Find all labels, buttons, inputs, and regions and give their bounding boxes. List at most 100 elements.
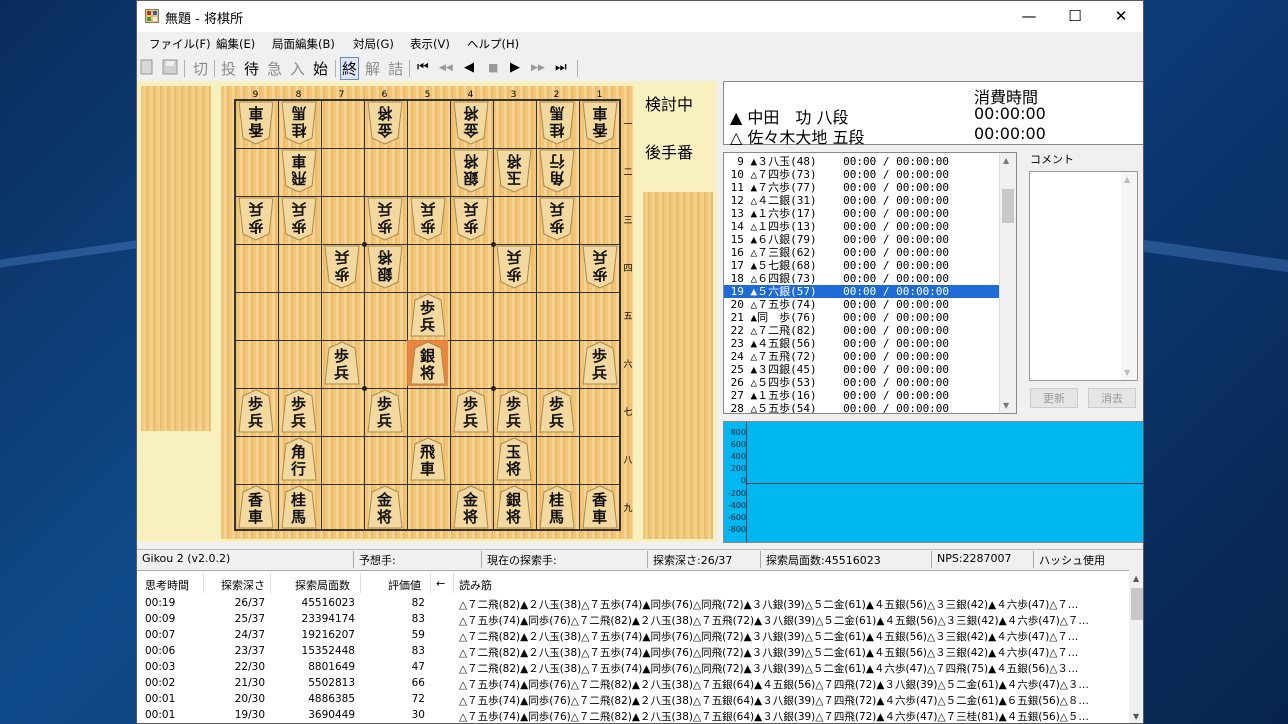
move-list-item[interactable]: 20 △７五歩(74) 00:00 / 00:00:00 bbox=[724, 298, 1000, 311]
first-move-icon[interactable]: ⏮ bbox=[417, 60, 429, 75]
sente-piece[interactable]: 歩兵 bbox=[581, 341, 618, 385]
forward-fast-icon[interactable]: ▶▶ bbox=[531, 63, 545, 73]
gote-piece[interactable]: 歩兵 bbox=[495, 245, 532, 289]
gote-piece[interactable]: 香車 bbox=[581, 101, 618, 145]
stop-icon[interactable]: ■ bbox=[488, 61, 498, 74]
search-scroll-thumb[interactable] bbox=[1131, 588, 1143, 620]
move-list-item[interactable]: 14 △１四歩(13) 00:00 / 00:00:00 bbox=[724, 220, 1000, 233]
close-button[interactable]: ✕ bbox=[1098, 1, 1143, 32]
gote-piece[interactable]: 玉将 bbox=[495, 149, 532, 193]
tb-end[interactable]: 終 bbox=[340, 57, 360, 80]
col-pv[interactable]: 読み筋 bbox=[459, 577, 492, 593]
search-row[interactable]: 00:01 20/30 4886385 72 △７五歩(74)▲同歩(76)△７二飛(8… bbox=[137, 693, 1127, 709]
sente-piece[interactable]: 香車 bbox=[237, 485, 274, 529]
search-scroll-up-icon[interactable]: ▲ bbox=[1133, 574, 1139, 583]
gote-piece[interactable]: 歩兵 bbox=[538, 197, 575, 241]
move-list-item[interactable]: 26 △５四歩(53) 00:00 / 00:00:00 bbox=[724, 376, 1000, 389]
sente-piece[interactable]: 歩兵 bbox=[323, 341, 360, 385]
last-move-icon[interactable]: ⏭ bbox=[555, 60, 567, 75]
move-list-item[interactable]: 12 △４二銀(31) 00:00 / 00:00:00 bbox=[724, 194, 1000, 207]
sente-piece[interactable]: 金将 bbox=[366, 485, 403, 529]
menu-game[interactable]: 対局(G) bbox=[353, 36, 394, 52]
move-list-item[interactable]: 11 ▲７六歩(77) 00:00 / 00:00:00 bbox=[724, 181, 1000, 194]
search-row[interactable]: 00:02 21/30 5502813 66 △７五歩(74)▲同歩(76)△７二飛(8… bbox=[137, 677, 1127, 693]
sente-piece[interactable]: 飛車 bbox=[409, 437, 446, 481]
tb-mate[interactable]: 詰 bbox=[388, 58, 403, 79]
col-arrow[interactable]: ← bbox=[436, 577, 445, 590]
sente-piece[interactable]: 歩兵 bbox=[409, 293, 446, 337]
tb-cut[interactable]: 切 bbox=[193, 58, 208, 79]
move-list-item[interactable]: 23 ▲４五銀(56) 00:00 / 00:00:00 bbox=[724, 337, 1000, 350]
move-list-item[interactable]: 25 ▲３四銀(45) 00:00 / 00:00:00 bbox=[724, 363, 1000, 376]
move-list-item[interactable]: 21 ▲同 歩(76) 00:00 / 00:00:00 bbox=[724, 311, 1000, 324]
menu-position-edit[interactable]: 局面編集(B) bbox=[272, 36, 335, 52]
sente-piece[interactable]: 金将 bbox=[452, 485, 489, 529]
move-list-item[interactable]: 24 △７五飛(72) 00:00 / 00:00:00 bbox=[724, 350, 1000, 363]
back-icon[interactable]: ◀ bbox=[464, 60, 474, 75]
sente-piece[interactable]: 角行 bbox=[280, 437, 317, 481]
sente-piece[interactable]: 香車 bbox=[581, 485, 618, 529]
new-icon[interactable] bbox=[139, 59, 155, 75]
tb-analyze[interactable]: 解 bbox=[365, 58, 380, 79]
back-fast-icon[interactable]: ◀◀ bbox=[439, 63, 453, 73]
tb-hurry[interactable]: 急 bbox=[267, 58, 282, 79]
comment-clear-button[interactable]: 消去 bbox=[1088, 388, 1136, 408]
scroll-down-icon[interactable]: ▼ bbox=[1003, 401, 1009, 410]
sente-piece[interactable]: 歩兵 bbox=[452, 389, 489, 433]
move-list-item[interactable]: 9 ▲３八玉(48) 00:00 / 00:00:00 bbox=[724, 155, 1000, 168]
search-info-table[interactable]: 思考時間 探索深さ 探索局面数 評価値 ← 読み筋 00:19 26/37 4551… bbox=[137, 570, 1129, 723]
save-icon[interactable] bbox=[162, 59, 178, 75]
sente-piece[interactable]: 歩兵 bbox=[538, 389, 575, 433]
search-scrollbar[interactable]: ▲ ▼ bbox=[1129, 570, 1143, 723]
scroll-up-icon[interactable]: ▲ bbox=[1003, 156, 1009, 165]
menu-file[interactable]: ファイル(F) bbox=[149, 36, 211, 52]
move-list-item[interactable]: 19 ▲５六銀(57) 00:00 / 00:00:00 bbox=[724, 285, 1000, 298]
menu-view[interactable]: 表示(V) bbox=[410, 36, 450, 52]
comment-scrollbar[interactable]: ▲ ▼ bbox=[1121, 172, 1137, 380]
sente-piece[interactable]: 桂馬 bbox=[280, 485, 317, 529]
sente-piece[interactable]: 玉将 bbox=[495, 437, 532, 481]
sente-piece[interactable]: 歩兵 bbox=[280, 389, 317, 433]
search-scroll-down-icon[interactable]: ▼ bbox=[1133, 712, 1139, 721]
gote-piece[interactable]: 香車 bbox=[237, 101, 274, 145]
move-list[interactable]: 28 △５五歩(54) 00:00 / 00:00:00 27 ▲１五歩(16)… bbox=[723, 152, 1017, 414]
move-list-item[interactable]: 15 ▲６八銀(79) 00:00 / 00:00:00 bbox=[724, 233, 1000, 246]
col-eval[interactable]: 評価値 bbox=[388, 577, 421, 593]
gote-piece[interactable]: 飛車 bbox=[280, 149, 317, 193]
sente-piece[interactable]: 銀将 bbox=[495, 485, 532, 529]
move-list-item[interactable]: 28 △５五歩(54) 00:00 / 00:00:00 bbox=[724, 402, 1000, 413]
move-list-item[interactable]: 17 ▲５七銀(68) 00:00 / 00:00:00 bbox=[724, 259, 1000, 272]
scroll-thumb[interactable] bbox=[1002, 189, 1014, 223]
move-list-item[interactable]: 13 ▲１六歩(17) 00:00 / 00:00:00 bbox=[724, 207, 1000, 220]
search-row[interactable]: 00:01 19/30 3690449 30 △７五歩(74)▲同歩(76)△７二飛(8… bbox=[137, 709, 1127, 723]
gote-piece[interactable]: 歩兵 bbox=[452, 197, 489, 241]
gote-piece[interactable]: 歩兵 bbox=[366, 197, 403, 241]
comment-textbox[interactable]: ▲ ▼ bbox=[1029, 171, 1138, 381]
gote-piece[interactable]: 桂馬 bbox=[538, 101, 575, 145]
gote-piece[interactable]: 金将 bbox=[366, 101, 403, 145]
gote-piece[interactable]: 銀将 bbox=[366, 245, 403, 289]
tb-wait[interactable]: 待 bbox=[244, 58, 259, 79]
move-list-item[interactable]: 27 ▲１五歩(16) 00:00 / 00:00:00 bbox=[724, 389, 1000, 402]
gote-piece[interactable]: 銀将 bbox=[452, 149, 489, 193]
sente-piece[interactable]: 歩兵 bbox=[237, 389, 274, 433]
col-nodes[interactable]: 探索局面数 bbox=[295, 577, 350, 593]
shogi-board[interactable]: 987654321一二三四五六七八九香車桂馬金将金将桂馬香車飛車銀将玉将角行歩兵… bbox=[221, 86, 633, 539]
gote-piece[interactable]: 歩兵 bbox=[581, 245, 618, 289]
tb-resign[interactable]: 投 bbox=[221, 58, 236, 79]
sente-piece[interactable]: 歩兵 bbox=[366, 389, 403, 433]
gote-piece[interactable]: 金将 bbox=[452, 101, 489, 145]
search-row[interactable]: 00:19 26/37 45516023 82 △７二飛(82)▲２八玉(38)△７五歩… bbox=[137, 597, 1127, 613]
gote-piece[interactable]: 歩兵 bbox=[280, 197, 317, 241]
search-row[interactable]: 00:06 23/37 15352448 83 △７二飛(82)▲２八玉(38)△７五歩… bbox=[137, 645, 1127, 661]
forward-icon[interactable]: ▶ bbox=[510, 60, 520, 75]
move-list-item[interactable]: 18 △６四銀(73) 00:00 / 00:00:00 bbox=[724, 272, 1000, 285]
gote-piece[interactable]: 歩兵 bbox=[409, 197, 446, 241]
minimize-button[interactable]: — bbox=[1006, 1, 1052, 32]
search-row[interactable]: 00:03 22/30 8801649 47 △７二飛(82)▲２八玉(38)△７五歩(… bbox=[137, 661, 1127, 677]
gote-piece[interactable]: 角行 bbox=[538, 149, 575, 193]
search-row[interactable]: 00:07 24/37 19216207 59 △７二飛(82)▲２八玉(38)△７五歩… bbox=[137, 629, 1127, 645]
move-list-item[interactable]: 10 △７四歩(73) 00:00 / 00:00:00 bbox=[724, 168, 1000, 181]
menu-edit[interactable]: 編集(E) bbox=[216, 36, 255, 52]
sente-piece[interactable]: 歩兵 bbox=[495, 389, 532, 433]
